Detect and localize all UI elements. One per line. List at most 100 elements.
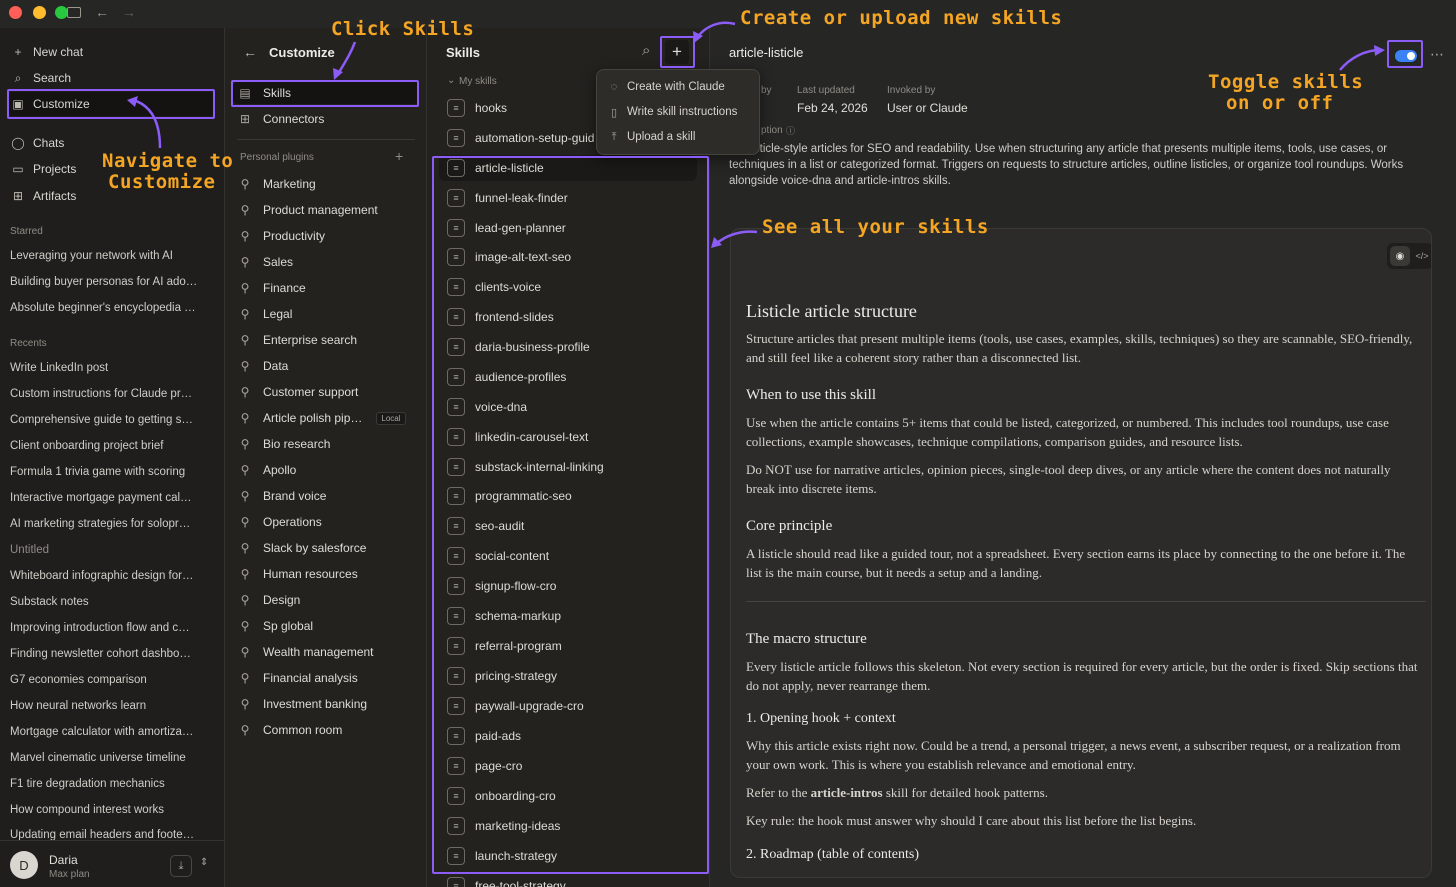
recent-item[interactable]: Improving introduction flow and c… [10,622,210,634]
skill-item[interactable]: ≡ audience-profiles [439,364,697,390]
recent-item[interactable]: Formula 1 trivia game with scoring [10,466,210,478]
plugin-item[interactable]: ⚲ Productivity [237,225,417,247]
chevron-updown-icon[interactable]: ⇕ [200,857,208,868]
recent-item[interactable]: Write LinkedIn post [10,362,210,374]
skill-item[interactable]: ≡ paid-ads [439,723,697,749]
plugin-item[interactable]: ⚲ Financial analysis [237,667,417,689]
skill-item[interactable]: ≡ daria-business-profile [439,334,697,360]
plugin-item[interactable]: ⚲ Article polish pip… Local [237,407,417,429]
recent-item[interactable]: G7 economies comparison [10,674,210,686]
recent-item[interactable]: Whiteboard infographic design for… [10,570,210,582]
skill-item[interactable]: ≡ voice-dna [439,394,697,420]
skill-item[interactable]: ≡ page-cro [439,753,697,779]
skill-file-icon: ≡ [447,607,465,625]
plugin-item[interactable]: ⚲ Marketing [237,173,417,195]
skill-item[interactable]: ≡ programmatic-seo [439,483,697,509]
customize-button[interactable]: ▣ Customize [8,92,214,116]
skill-item[interactable]: ≡ linkedin-carousel-text [439,424,697,450]
starred-item[interactable]: Absolute beginner's encyclopedia … [10,302,210,314]
plugin-item[interactable]: ⚲ Apollo [237,459,417,481]
skill-item[interactable]: ≡ substack-internal-linking [439,454,697,480]
plugin-item[interactable]: ⚲ Wealth management [237,641,417,663]
recent-item[interactable]: How compound interest works [10,804,210,816]
recent-item[interactable]: Mortgage calculator with amortiza… [10,726,210,738]
info-icon[interactable]: ⓘ [786,124,795,137]
sidebar-toggle-icon[interactable] [67,7,81,18]
search-icon[interactable]: ⌕ [642,42,650,59]
create-with-claude-item[interactable]: ◌ Create with Claude [607,77,725,97]
more-options-icon[interactable]: ⋯ [1430,46,1444,63]
plugin-item[interactable]: ⚲ Legal [237,303,417,325]
plugin-item[interactable]: ⚲ Sp global [237,615,417,637]
plugin-item[interactable]: ⚲ Slack by salesforce [237,537,417,559]
recent-item[interactable]: Interactive mortgage payment cal… [10,492,210,504]
recent-item[interactable]: AI marketing strategies for solopr… [10,518,210,530]
search-button[interactable]: ⌕ Search [8,66,214,90]
customize-label: Customize [33,97,90,111]
skill-item[interactable]: ≡ social-content [439,543,697,569]
skill-item[interactable]: ≡ schema-markup [439,603,697,629]
plugin-item[interactable]: ⚲ Operations [237,511,417,533]
new-chat-button[interactable]: + New chat [8,40,214,64]
starred-item[interactable]: Leveraging your network with AI [10,250,210,262]
plug-icon: ⚲ [240,541,250,555]
recent-item[interactable]: Marvel cinematic universe timeline [10,752,210,764]
skill-item[interactable]: ≡ paywall-upgrade-cro [439,693,697,719]
skill-item[interactable]: ≡ referral-program [439,633,697,659]
plugin-item[interactable]: ⚲ Investment banking [237,693,417,715]
close-window-button[interactable] [9,6,22,19]
back-arrow-icon[interactable]: ← [243,44,257,60]
recent-item[interactable]: Custom instructions for Claude pr… [10,388,210,400]
skill-item[interactable]: ≡ onboarding-cro [439,783,697,809]
skill-item[interactable]: ≡ marketing-ideas [439,813,697,839]
recent-item[interactable]: Comprehensive guide to getting s… [10,414,210,426]
chevron-down-icon[interactable]: ⌄ [447,75,455,86]
plugin-item[interactable]: ⚲ Enterprise search [237,329,417,351]
plugin-item[interactable]: ⚲ Product management [237,199,417,221]
add-skill-button[interactable]: + [665,40,689,64]
recent-item[interactable]: F1 tire degradation mechanics [10,778,210,790]
starred-item[interactable]: Building buyer personas for AI ado… [10,276,210,288]
skill-item[interactable]: ≡ seo-audit [439,513,697,539]
plugin-item[interactable]: ⚲ Sales [237,251,417,273]
skill-item[interactable]: ≡ pricing-strategy [439,663,697,689]
plugin-item[interactable]: ⚲ Human resources [237,563,417,585]
skill-item[interactable]: ≡ image-alt-text-seo [439,244,697,270]
download-icon[interactable]: ⤓ [170,855,192,877]
forward-arrow-icon[interactable]: → [122,4,136,20]
view-mode-toggle: ◉ </> [1387,243,1431,269]
write-instructions-item[interactable]: ▯ Write skill instructions [607,102,737,122]
skills-nav-item[interactable]: ▤ Skills [233,82,419,104]
connectors-nav-item[interactable]: ⊞ Connectors [237,108,417,130]
skill-toggle[interactable] [1395,50,1417,62]
plugin-item[interactable]: ⚲ Bio research [237,433,417,455]
back-arrow-icon[interactable]: ← [95,4,109,20]
plugin-item[interactable]: ⚲ Finance [237,277,417,299]
skill-item[interactable]: ≡ launch-strategy [439,843,697,869]
upload-skill-item[interactable]: ⤒ Upload a skill [607,127,696,147]
code-icon[interactable]: </> [1412,246,1431,266]
skill-item[interactable]: ≡ clients-voice [439,274,697,300]
recent-item[interactable]: Finding newsletter cohort dashbo… [10,648,210,660]
avatar[interactable]: D [10,851,38,879]
recent-item[interactable]: Client onboarding project brief [10,440,210,452]
plugin-item[interactable]: ⚲ Design [237,589,417,611]
recent-item[interactable]: Substack notes [10,596,210,608]
doc-divider [746,601,1426,602]
skill-item[interactable]: ≡ funnel-leak-finder [439,185,697,211]
add-plugin-icon[interactable]: + [395,148,403,164]
minimize-window-button[interactable] [33,6,46,19]
skill-item[interactable]: ≡ lead-gen-planner [439,215,697,241]
plugin-item[interactable]: ⚲ Brand voice [237,485,417,507]
recent-item[interactable]: How neural networks learn [10,700,210,712]
eye-icon[interactable]: ◉ [1390,246,1410,266]
skill-item[interactable]: ≡ free-tool-strategy [439,873,697,887]
plugin-item[interactable]: ⚲ Common room [237,719,417,741]
skill-item[interactable]: ≡ signup-flow-cro [439,573,697,599]
plugin-item[interactable]: ⚲ Customer support [237,381,417,403]
skill-file-icon: ≡ [447,129,465,147]
skill-item[interactable]: ≡ frontend-slides [439,304,697,330]
recent-item[interactable]: Untitled [10,544,210,556]
plugin-item[interactable]: ⚲ Data [237,355,417,377]
skill-item-selected[interactable]: ≡ article-listicle [439,155,697,181]
